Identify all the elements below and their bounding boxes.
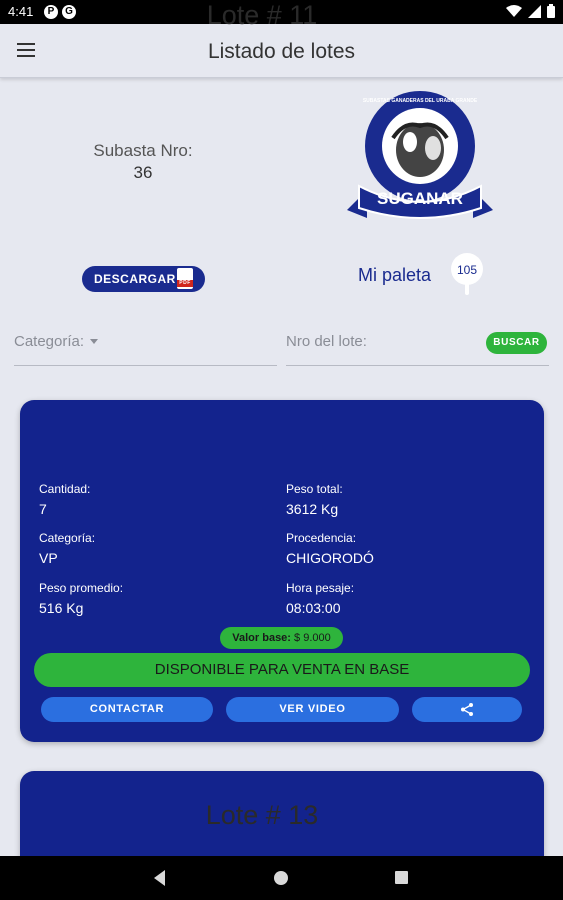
cantidad-label: Cantidad: bbox=[39, 482, 91, 496]
logo-subtext: SUBASTAS GANADERAS DEL URABA GRANDE bbox=[363, 98, 478, 104]
lote-title: Lote # 13 bbox=[205, 800, 319, 830]
app-bar: Listado de lotes bbox=[0, 24, 563, 78]
ver-video-button[interactable]: VER VIDEO bbox=[226, 697, 399, 722]
procedencia-value: CHIGORODÓ bbox=[286, 550, 374, 566]
buscar-button[interactable]: BUSCAR bbox=[486, 332, 547, 354]
contactar-button[interactable]: CONTACTAR bbox=[41, 697, 213, 722]
chevron-down-icon bbox=[90, 339, 99, 345]
categoria-dropdown[interactable]: Categoría: bbox=[14, 333, 277, 366]
recent-apps-icon[interactable] bbox=[395, 871, 408, 884]
procedencia-label: Procedencia: bbox=[286, 531, 357, 545]
valor-base-amount: $ 9.000 bbox=[294, 632, 331, 644]
signal-icon bbox=[528, 4, 541, 18]
valor-base-label: Valor base: bbox=[232, 632, 291, 644]
lote-number-input[interactable] bbox=[286, 333, 476, 350]
navigation-bar bbox=[0, 856, 563, 900]
descargar-label: DESCARGAR bbox=[94, 272, 176, 286]
hora-pesaje-label: Hora pesaje: bbox=[286, 581, 355, 595]
home-icon[interactable] bbox=[274, 871, 288, 885]
peso-promedio-value: 516 Kg bbox=[39, 600, 84, 616]
page-title: Listado de lotes bbox=[207, 40, 356, 63]
share-icon bbox=[461, 702, 473, 716]
peso-promedio-label: Peso promedio: bbox=[39, 581, 124, 595]
categoria-value: VP bbox=[39, 550, 58, 566]
descargar-button[interactable]: DESCARGAR PDF bbox=[82, 266, 205, 292]
categoria-field-label: Categoría: bbox=[39, 531, 96, 545]
lote-card bbox=[20, 400, 544, 742]
categoria-label: Categoría: bbox=[14, 333, 85, 350]
battery-icon bbox=[547, 4, 555, 18]
share-button[interactable] bbox=[412, 697, 522, 722]
suganar-logo: SUGANAR SUBASTAS GANADERAS DEL URABA GRA… bbox=[347, 91, 493, 219]
paddle-icon: 105 bbox=[451, 253, 483, 295]
peso-total-label: Peso total: bbox=[286, 482, 343, 496]
logo-wordmark: SUGANAR bbox=[377, 189, 463, 208]
pdf-icon: PDF bbox=[177, 268, 193, 289]
paleta-number: 105 bbox=[457, 263, 477, 277]
subasta-label: Subasta Nro: bbox=[93, 141, 193, 160]
hora-pesaje-value: 08:03:00 bbox=[286, 600, 341, 616]
subasta-number: 36 bbox=[133, 163, 153, 182]
status-badge: DISPONIBLE PARA VENTA EN BASE bbox=[34, 653, 530, 687]
mi-paleta-label: Mi paleta bbox=[358, 265, 432, 285]
valor-base-badge: Valor base: $ 9.000 bbox=[220, 627, 343, 649]
peso-total-value: 3612 Kg bbox=[286, 501, 339, 517]
cantidad-value: 7 bbox=[39, 501, 47, 517]
back-icon[interactable] bbox=[154, 870, 165, 886]
lote-title: Lote # 11 bbox=[206, 0, 318, 30]
